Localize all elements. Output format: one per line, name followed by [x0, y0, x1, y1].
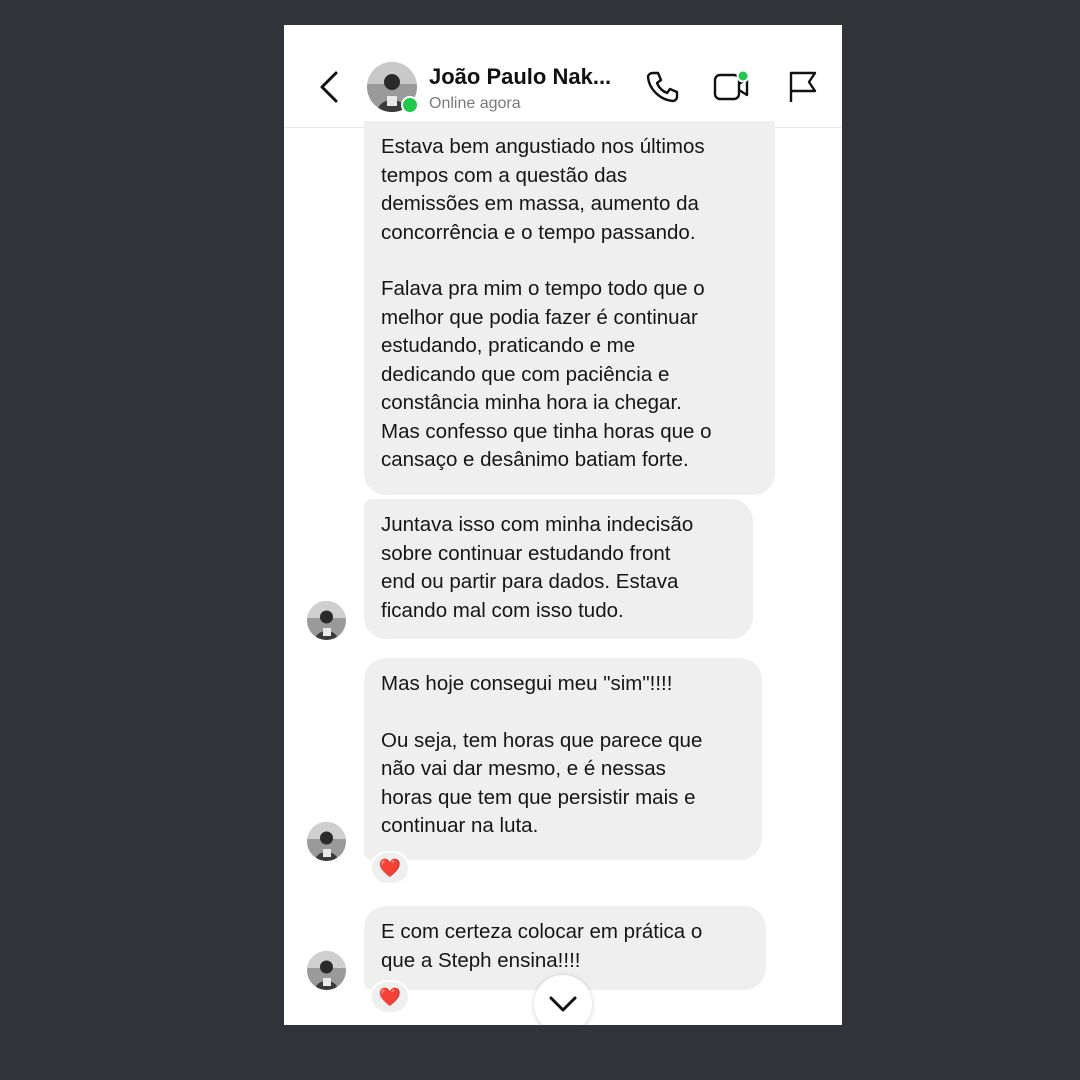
message-text: Falava pra mim o tempo todo que o melhor… [381, 277, 712, 471]
chat-window: João Paulo Nak... Online agora Estava be… [284, 25, 842, 1025]
message-text: Juntava isso com minha indecisão sobre c… [381, 513, 694, 622]
heart-reaction[interactable]: ❤️ [370, 980, 410, 1014]
chat-header: João Paulo Nak... Online agora [284, 25, 842, 128]
flag-icon[interactable] [786, 69, 820, 105]
video-call-icon[interactable] [712, 69, 752, 105]
online-indicator [401, 96, 419, 114]
phone-call-icon[interactable] [644, 69, 680, 105]
message-text: Mas hoje consegui meu "sim"!!!! [381, 672, 673, 695]
contact-name[interactable]: João Paulo Nak... [429, 64, 611, 90]
heart-reaction[interactable]: ❤️ [370, 851, 410, 885]
back-arrow-icon[interactable] [312, 67, 346, 107]
message-bubble[interactable]: Juntava isso com minha indecisão sobre c… [364, 499, 753, 639]
scroll-to-bottom-button[interactable] [534, 975, 592, 1025]
online-status: Online agora [429, 95, 521, 112]
message-text: Ou seja, tem horas que parece que não va… [381, 728, 703, 838]
sender-avatar[interactable] [307, 601, 346, 640]
message-bubble[interactable]: Mas hoje consegui meu "sim"!!!! Ou seja,… [364, 658, 762, 860]
message-bubble[interactable]: Estava bem angustiado nos últimos tempos… [364, 121, 775, 495]
sender-avatar[interactable] [307, 822, 346, 861]
message-text: Estava bem angustiado nos últimos tempos… [381, 135, 705, 244]
message-text: E com certeza colocar em prática o que a… [381, 920, 703, 972]
sender-avatar[interactable] [307, 951, 346, 990]
chevron-down-icon [549, 996, 577, 1012]
